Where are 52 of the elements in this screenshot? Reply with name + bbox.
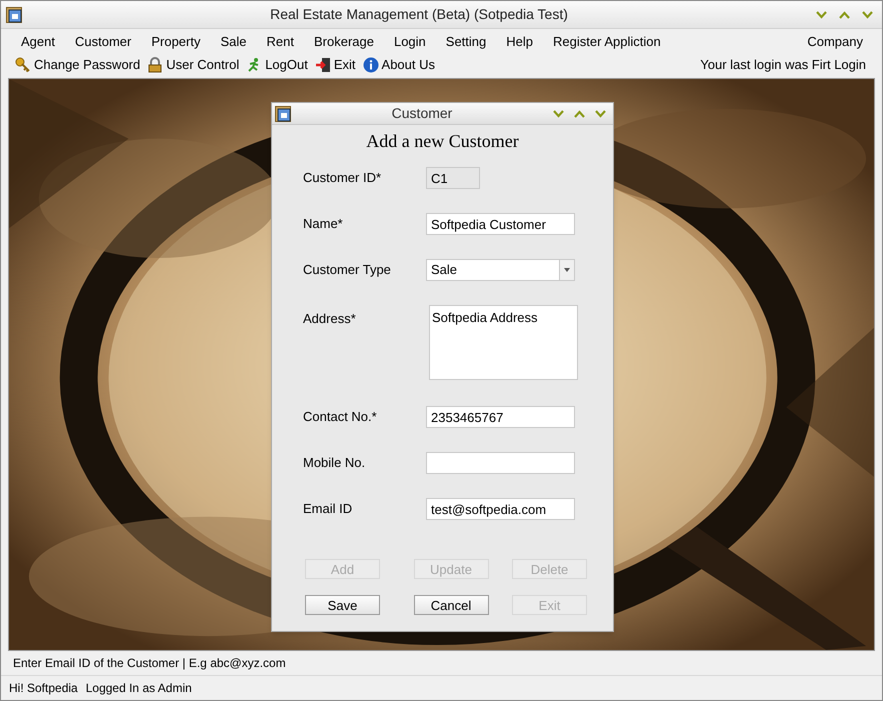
lock-icon: [147, 57, 164, 73]
minimize-icon[interactable]: [553, 110, 564, 118]
menu-item[interactable]: Company: [798, 32, 872, 52]
toolbar-button[interactable]: User Control: [145, 55, 242, 75]
text-field[interactable]: Softpedia Customer: [426, 213, 575, 235]
maximize-icon[interactable]: [839, 10, 850, 18]
menu-item[interactable]: Rent: [256, 32, 304, 52]
customer-id-field[interactable]: C1: [426, 167, 480, 189]
menu-item[interactable]: Help: [496, 32, 544, 52]
menu-item[interactable]: Register Appliction: [543, 32, 671, 52]
exit-door-icon: [314, 57, 331, 73]
chevron-down-icon[interactable]: [595, 110, 606, 118]
status-hint: Enter Email ID of the Customer | E.g abc@xyz.com: [13, 655, 286, 672]
status-role: Logged In as Admin: [86, 680, 192, 697]
form-button[interactable]: Save: [305, 595, 380, 615]
info-icon: [362, 57, 379, 73]
menu-item[interactable]: Brokerage: [304, 32, 384, 52]
dialog-title: Customer: [392, 104, 452, 123]
field-label: Address*: [303, 310, 357, 328]
menu-item[interactable]: Login: [384, 32, 436, 52]
field-label: Name*: [303, 215, 344, 234]
toolbar-button[interactable]: Change Password: [13, 55, 142, 75]
login-note: Your last login was Firt Login: [700, 56, 867, 74]
text-field[interactable]: [426, 452, 575, 474]
field-label: Mobile No.: [303, 454, 366, 472]
toolbar-button[interactable]: LogOut: [244, 55, 310, 75]
key-icon: [15, 57, 31, 73]
type-dropdown[interactable]: Sale: [426, 259, 575, 281]
field-label: Contact No.*: [303, 408, 378, 426]
menu-item[interactable]: Agent: [11, 32, 65, 52]
maximize-icon[interactable]: [574, 110, 585, 118]
menu-item[interactable]: Sale: [210, 32, 257, 52]
status-user: Hi! Softpedia: [9, 680, 78, 697]
field-label: Customer Type: [303, 261, 392, 280]
app-icon: [6, 6, 22, 22]
menu-item[interactable]: Customer: [64, 32, 142, 52]
app-icon: [275, 106, 291, 122]
form-heading: Add a new Customer: [366, 130, 519, 153]
window-title: Real Estate Management (Beta) (Sotpedia Test): [270, 5, 568, 24]
menu-item[interactable]: Property: [141, 32, 210, 52]
chevron-down-icon[interactable]: [862, 10, 873, 18]
toolbar-button[interactable]: About Us: [360, 55, 438, 75]
address-field[interactable]: Softpedia Address: [429, 305, 578, 380]
toolbar-button[interactable]: Exit: [312, 55, 358, 75]
text-field[interactable]: test@softpedia.com: [426, 498, 575, 520]
minimize-icon[interactable]: [816, 10, 827, 18]
form-button[interactable]: Cancel: [414, 595, 488, 615]
text-field[interactable]: 2353465767: [426, 406, 575, 428]
field-label: Email ID: [303, 500, 354, 518]
menu-item[interactable]: Setting: [436, 32, 496, 52]
field-label: Customer ID*: [303, 169, 382, 188]
caret-icon: [564, 268, 570, 272]
